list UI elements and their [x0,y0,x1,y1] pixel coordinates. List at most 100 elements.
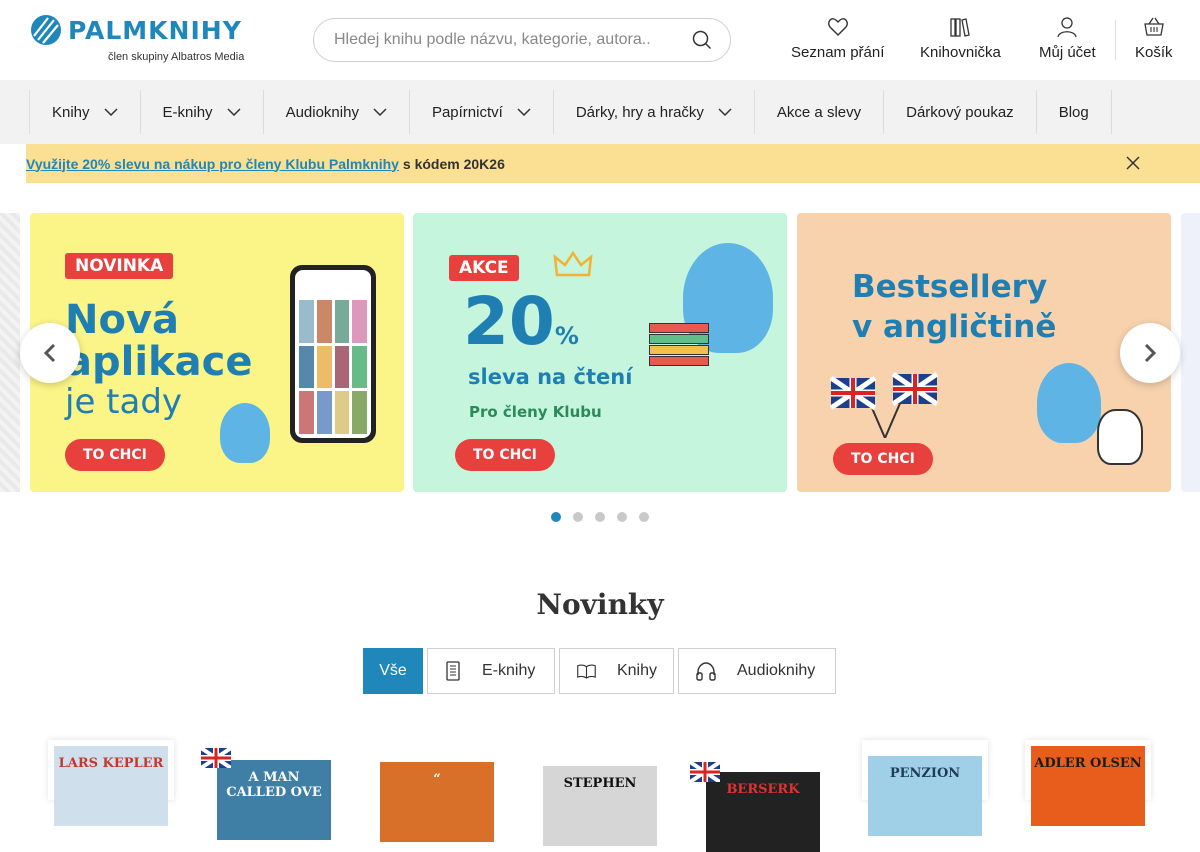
search-input[interactable] [334,31,692,49]
slide-english-bestsellers[interactable]: Bestsellery v angličtině TO CHCI [797,213,1171,492]
nav-list: Knihy E-knihy Audioknihy Papírnictví Dárky, … [29,90,1112,134]
nav-item-label: Papírnictví [431,103,503,121]
search-icon[interactable] [692,30,712,50]
logo[interactable]: PALMKNIHY [30,14,242,46]
filter-label: Knihy [616,662,657,679]
wishlist-button[interactable]: Seznam přání [791,16,884,61]
filter-label: E-knihy [482,662,536,679]
book-card[interactable]: BERSERK [690,740,826,852]
promo-code-text: s kódem 20K26 [402,155,505,172]
book-cover: PENZION [868,756,982,836]
book-cover: LARS KEPLER [54,746,168,826]
slide-headline-3: je tady [65,382,183,422]
library-button[interactable]: Knihovnička [920,16,1001,61]
book-icon [577,664,596,679]
nav-item-label: Audioknihy [285,103,359,121]
carousel-next-button[interactable] [1120,323,1180,383]
phone-illustration [290,265,376,443]
book-cover-text: STEPHEN [563,776,637,791]
english-flag-icon [690,762,720,782]
heart-icon [827,18,848,36]
mascot-illustration [1037,363,1101,443]
chevron-down-icon [718,108,732,116]
carousel-dot[interactable] [551,512,561,522]
dog-illustration [1097,409,1143,465]
chevron-down-icon [517,108,531,116]
carousel-prev-button[interactable] [20,323,80,383]
book-card[interactable]: “ [374,740,500,842]
slide-discount-value: 20% [463,287,579,356]
nav-item-6[interactable]: Dárkový poukaz [883,90,1036,134]
book-cover-text: ADLER OLSEN [1034,756,1142,771]
book-cover-text: LARS KEPLER [58,756,164,771]
book-cover: ADLER OLSEN [1031,746,1145,826]
nav-item-label: Dárkový poukaz [906,103,1014,121]
slide-headline-1: Nová [65,297,180,343]
nav-item-0[interactable]: Knihy [29,90,140,134]
english-flag-icon [201,748,231,768]
filter-all[interactable]: Vše [363,648,423,694]
discount-number: 20 [463,283,555,360]
filter-tabs: Vše E-knihy Knihy Audioknihy [363,648,836,694]
user-icon [1057,17,1077,38]
ereader-icon [446,661,460,681]
carousel-dot[interactable] [595,512,605,522]
filter-ebooks[interactable]: E-knihy [427,648,555,694]
slide-discount[interactable]: AKCE 20% sleva na čtení Pro členy Klubu … [413,213,787,492]
promo-link[interactable]: Využijte 20% slevu na nákup pro členy Kl… [26,156,399,172]
nav-item-label: Blog [1058,103,1089,121]
carousel-dot[interactable] [617,512,627,522]
main-navigation: Knihy E-knihy Audioknihy Papírnictví Dárky, … [0,80,1200,144]
book-cover-text: “ [433,772,441,787]
section-title: Novinky [536,588,664,621]
nav-item-label: Knihy [52,103,90,121]
library-label: Knihovnička [920,44,1001,61]
book-card[interactable]: STEPHEN [537,740,663,846]
crown-icon [553,251,593,277]
carousel-dots [551,512,649,522]
carousel-dot[interactable] [639,512,649,522]
books-icon [950,18,971,37]
filter-label: Vše [379,662,407,679]
nav-item-7[interactable]: Blog [1035,90,1112,134]
nav-item-2[interactable]: Audioknihy [262,90,409,134]
slide-club-text: Pro členy Klubu [469,403,602,421]
book-card[interactable]: LARS KEPLER [48,740,174,826]
book-card[interactable]: ADLER OLSEN [1025,740,1151,826]
logo-subtitle: člen skupiny Albatros Media [108,51,245,63]
wishlist-label: Seznam přání [791,44,885,61]
chevron-left-icon [43,343,56,363]
chevron-down-icon [104,108,118,116]
filter-label: Audioknihy [737,662,816,679]
nav-item-4[interactable]: Dárky, hry a hračky [552,90,754,134]
book-cover: “ [380,762,494,842]
slide-new-app[interactable]: NOVINKA Nová aplikace je tady TO CHCI [30,213,404,492]
book-cover: STEPHEN [543,766,657,846]
site-header: PALMKNIHY člen skupiny Albatros Media Se… [0,0,1200,80]
carousel-dot[interactable] [573,512,583,522]
book-card[interactable]: A MAN CALLED OVE [201,740,337,840]
slide-cta-button[interactable]: TO CHCI [833,443,933,475]
nav-item-1[interactable]: E-knihy [139,90,263,134]
uk-flags-illustration [829,371,939,438]
headphones-icon [696,662,716,681]
slide-cta-button[interactable]: TO CHCI [455,439,555,471]
nav-item-label: Akce a slevy [776,103,862,121]
nav-item-label: Dárky, hry a hračky [575,103,704,121]
nav-item-3[interactable]: Papírnictví [408,90,553,134]
account-label: Můj účet [1039,44,1096,61]
chevron-right-icon [1144,343,1157,363]
account-button[interactable]: Můj účet [1039,16,1096,61]
books-stack-illustration [649,323,709,366]
cart-button[interactable]: Košík [1135,16,1173,61]
close-icon[interactable] [1126,156,1140,170]
book-cover: A MAN CALLED OVE [217,760,331,840]
book-card[interactable]: PENZION [862,740,988,836]
slide-headline-2: aplikace [65,339,253,385]
next-slide-peek [1181,213,1200,492]
cart-label: Košík [1135,44,1173,61]
filter-books[interactable]: Knihy [559,648,674,694]
slide-cta-button[interactable]: TO CHCI [65,439,165,471]
nav-item-5[interactable]: Akce a slevy [753,90,883,134]
filter-audiobooks[interactable]: Audioknihy [678,648,836,694]
